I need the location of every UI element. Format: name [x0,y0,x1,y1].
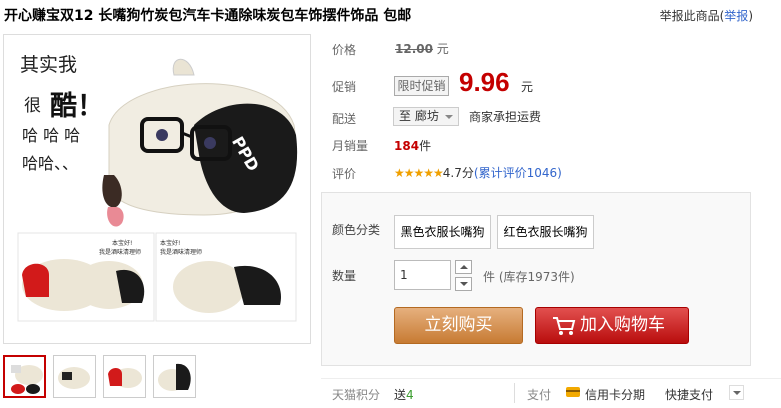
report-link[interactable]: 举报 [724,9,748,23]
quantity-label: 数量 [332,269,357,283]
monthly-sales: 184件 [394,137,431,154]
chevron-down-icon [460,282,468,286]
thumbnail-image [11,365,43,394]
reviews-link[interactable]: (累计评价1046) [474,166,562,180]
points-prefix: 送 [394,388,407,402]
photo-small-text3: 本宝好! [160,239,180,247]
shipping-to: 至 [399,109,412,123]
thumbnail-image [58,367,90,389]
promo-badge: 限时促销 [394,76,449,96]
original-price-unit: 元 [436,42,449,56]
photo-small-text4: 我是酒味清理师 [160,248,202,256]
product-photo: 其实我 很 酷！ 哈 哈 哈 哈哈、、 PPD 本宝好! 我是酒味清理师 本宝好… [17,54,298,322]
add-to-cart-label: 加入购物车 [580,315,665,335]
quick-pay-link[interactable]: 快捷支付 [665,386,713,403]
rating-label: 评价 [332,167,357,181]
stock-info: 件 (库存1973件) [483,270,575,284]
buy-now-button[interactable]: 立刻购买 [394,307,523,344]
photo-small-text1: 本宝好! [112,239,132,247]
photo-text-line4: 哈哈、、 [22,154,78,173]
star-rating-icon: ★★★★★ [394,166,444,180]
thumbnail-4[interactable] [153,355,196,398]
promo-price-unit: 元 [521,80,534,94]
rating: ★★★★★4.7分(累计评价1046) [394,164,562,181]
photo-text-line2b: 酷！ [50,91,104,122]
shipping-label: 配送 [332,112,357,126]
cart-icon [553,317,576,335]
quantity-decrement-button[interactable] [455,277,472,291]
payment-expand-button[interactable] [729,385,744,400]
quantity-increment-button[interactable] [455,260,472,274]
sales-label: 月销量 [332,139,369,153]
report-text: 举报此商品( [659,9,725,23]
chevron-up-icon [460,265,468,269]
original-price: 12.00 元 [395,40,449,57]
option-black-dog[interactable]: 黑色衣服长嘴狗 [394,215,491,249]
points-value: 送4 [394,386,414,403]
thumbnail-image [158,363,191,391]
quantity-input[interactable]: 1 [394,260,451,290]
product-title: 开心赚宝双12 长嘴狗竹炭包汽车卡通除味炭包车饰摆件饰品 包邮 [4,8,412,24]
credit-installment-link[interactable]: 信用卡分期 [585,386,645,403]
shipping-city: 廊坊 [414,109,439,123]
shipping-destination-select[interactable]: 至 廊坊 [393,107,459,126]
chevron-down-icon [445,115,453,119]
sales-count: 184 [394,139,420,153]
promo-price: 9.96 [459,67,510,97]
thumbnail-3[interactable] [103,355,146,398]
rating-score: 4.7分 [442,166,474,180]
photo-small-text2: 我是酒味清理师 [99,248,141,256]
thumbnail-2[interactable] [53,355,96,398]
color-label: 颜色分类 [332,223,381,237]
sales-unit: 件 [419,139,432,153]
report-close: ) [748,9,753,23]
option-red-dog[interactable]: 红色衣服长嘴狗 [497,215,594,249]
photo-text-line2a: 很 [24,96,41,116]
add-to-cart-button[interactable]: 加入购物车 [535,307,689,344]
shipping-note: 商家承担运费 [469,110,542,124]
promo-label: 促销 [332,80,357,94]
points-number: 4 [406,388,414,402]
credit-card-icon [566,387,580,397]
divider [514,383,515,403]
main-product-image[interactable]: 其实我 很 酷！ 哈 哈 哈 哈哈、、 PPD 本宝好! 我是酒味清理师 本宝好… [3,34,311,344]
chevron-down-icon [733,391,741,395]
thumbnail-image [108,368,142,388]
photo-text-line3: 哈 哈 哈 [22,126,80,145]
price-label: 价格 [332,43,357,57]
original-price-value: 12.00 [395,42,433,56]
points-label: 天猫积分 [332,388,381,402]
report-product: 举报此商品(举报) [660,7,753,24]
thumbnail-1[interactable] [3,355,46,398]
payment-label: 支付 [527,388,552,402]
photo-text-line1: 其实我 [20,54,77,76]
